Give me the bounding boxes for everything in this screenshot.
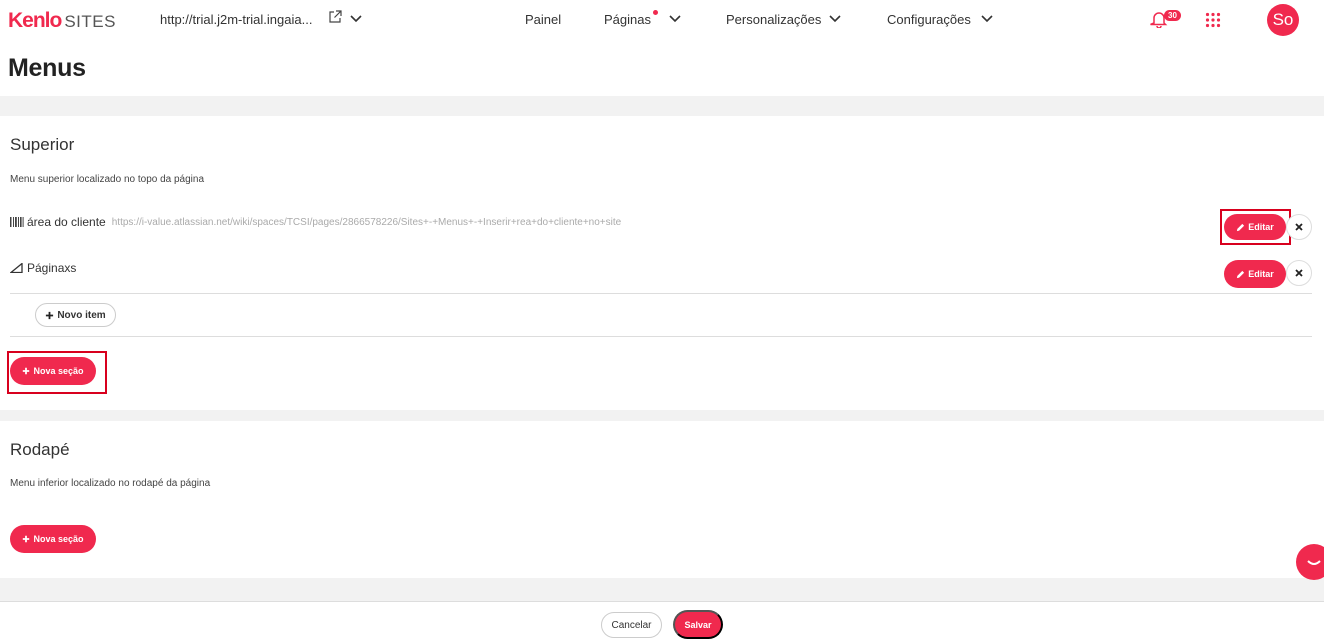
pencil-icon [1237, 270, 1245, 278]
user-avatar[interactable]: So [1267, 4, 1299, 36]
new-section-label: Nova seção [33, 534, 84, 544]
edit-button-label: Editar [1248, 269, 1274, 279]
plus-icon [46, 311, 54, 319]
divider [10, 293, 1312, 294]
edit-button[interactable]: Editar [1224, 260, 1286, 288]
page-title-bar: Menus [0, 40, 1324, 96]
site-chevron-down-icon[interactable] [349, 12, 363, 26]
nav-configuracoes[interactable]: Configurações [887, 12, 971, 27]
plus-icon [23, 535, 30, 543]
site-url[interactable]: http://trial.j2m-trial.ingaia... [160, 12, 312, 27]
menu-item-row[interactable]: área do cliente https://i-value.atlassia… [10, 215, 621, 229]
barcode-icon [10, 217, 24, 227]
close-icon [1295, 223, 1303, 231]
paginas-notification-dot [653, 10, 658, 15]
top-navbar: Kenlo SITES http://trial.j2m-trial.ingai… [0, 0, 1324, 40]
menu-item-link: https://i-value.atlassian.net/wiki/space… [111, 216, 622, 228]
divider [10, 336, 1312, 337]
remove-item-button[interactable] [1286, 260, 1312, 286]
configuracoes-chevron-down-icon[interactable] [980, 13, 994, 25]
menu-rodape-card: Rodapé Menu inferior localizado no rodap… [0, 421, 1324, 578]
rodape-description: Menu inferior localizado no rodapé da pá… [10, 478, 211, 489]
cancel-button[interactable]: Cancelar [601, 612, 662, 638]
new-item-button[interactable]: Novo item [35, 303, 116, 327]
apps-grid-icon[interactable] [1205, 12, 1221, 28]
new-section-button[interactable]: Nova seção [10, 525, 96, 553]
superior-title: Superior [10, 135, 75, 154]
chat-icon [1307, 560, 1321, 565]
kenlo-sites-logo[interactable]: Kenlo SITES [8, 9, 116, 33]
highlight-box [1220, 209, 1291, 245]
nav-personalizacoes[interactable]: Personalizações [726, 12, 821, 27]
new-item-label: Novo item [57, 309, 106, 321]
remove-item-button[interactable] [1286, 214, 1312, 240]
chat-widget-button[interactable] [1296, 544, 1324, 580]
logo-brand: Kenlo [8, 9, 62, 32]
personalizacoes-chevron-down-icon[interactable] [828, 13, 842, 25]
external-link-icon[interactable] [328, 10, 342, 24]
save-button[interactable]: Salvar [673, 610, 723, 639]
page-title: Menus [8, 54, 86, 82]
superior-description: Menu superior localizado no topo da pági… [10, 174, 205, 185]
highlight-box [7, 351, 107, 394]
menu-item-row[interactable]: Páginaxs [10, 261, 76, 275]
notifications-count-badge: 30 [1164, 10, 1181, 21]
paginas-chevron-down-icon[interactable] [668, 13, 682, 25]
close-icon [1295, 269, 1303, 277]
menu-item-label: área do cliente [27, 215, 106, 229]
triangle-ruler-icon [10, 263, 23, 273]
action-footer: Cancelar Salvar [0, 601, 1324, 644]
menu-item-label: Páginaxs [27, 261, 77, 275]
rodape-title: Rodapé [10, 440, 70, 459]
nav-paginas[interactable]: Páginas [604, 12, 651, 27]
menu-superior-card: Superior Menu superior localizado no top… [0, 116, 1324, 410]
nav-painel[interactable]: Painel [525, 12, 561, 27]
logo-product: SITES [64, 12, 116, 31]
